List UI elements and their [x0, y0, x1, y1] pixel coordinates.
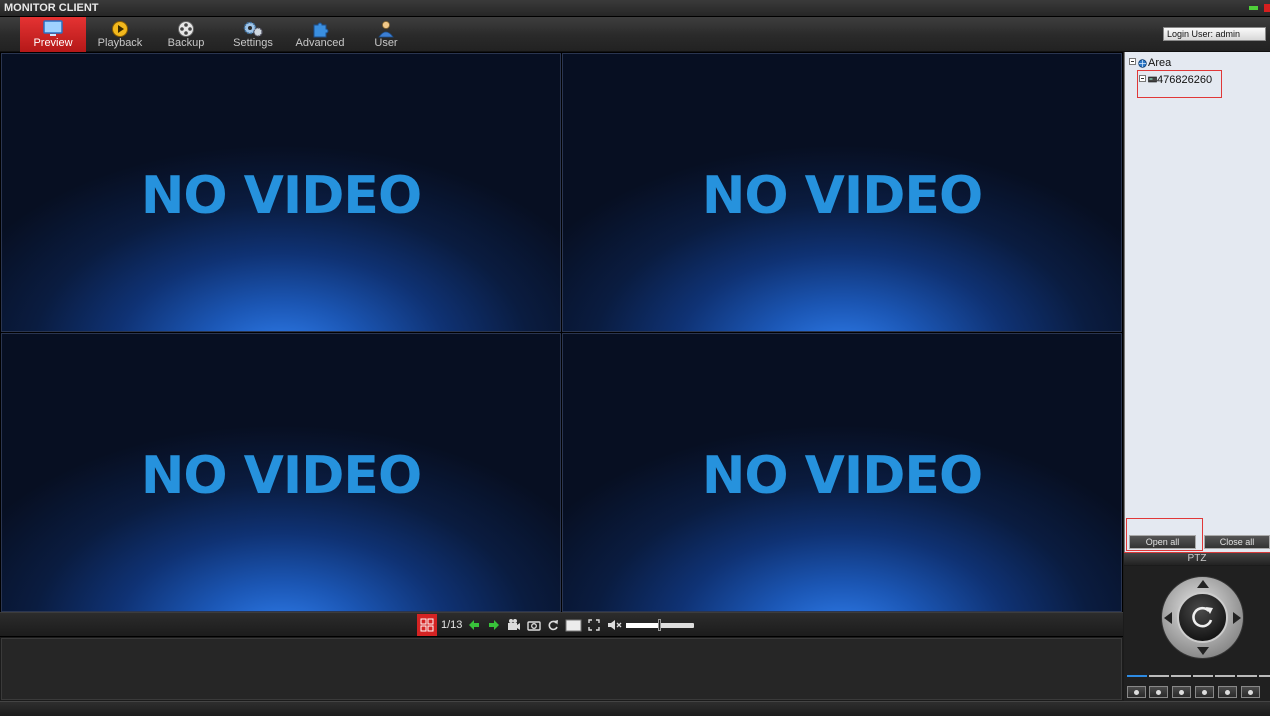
- open-all-button[interactable]: Open all: [1129, 535, 1196, 549]
- ptz-speed-segment[interactable]: [1259, 675, 1270, 677]
- puzzle-icon: [313, 22, 329, 38]
- fullscreen-icon[interactable]: [588, 617, 600, 633]
- toolbar-playback-label: Playback: [97, 37, 143, 49]
- ptz-focus-button[interactable]: [1149, 686, 1168, 698]
- toolbar-settings-label: Settings: [233, 37, 273, 49]
- ptz-right-icon[interactable]: [1233, 612, 1241, 624]
- tree-expand-icon[interactable]: [1129, 58, 1136, 65]
- page-counter: 1/13: [441, 619, 463, 631]
- toolbar-preview-label: Preview: [33, 37, 73, 49]
- volume-fill: [626, 623, 659, 628]
- video-tile-2[interactable]: NO VIDEO: [562, 53, 1122, 332]
- device-tree-panel: Area 476826260: [1124, 52, 1270, 552]
- ptz-center-button[interactable]: [1177, 592, 1228, 643]
- ptz-light-button[interactable]: [1241, 686, 1260, 698]
- video-tile-1[interactable]: NO VIDEO: [1, 53, 561, 332]
- close-all-button[interactable]: Close all: [1204, 535, 1270, 549]
- device-highlight-box: [1137, 70, 1222, 98]
- ptz-speed-segment[interactable]: [1215, 675, 1235, 677]
- ptz-iris-button[interactable]: [1172, 686, 1191, 698]
- ptz-speed-segment[interactable]: [1237, 675, 1257, 677]
- video-tile-4[interactable]: NO VIDEO: [562, 333, 1122, 612]
- tree-root-area[interactable]: Area: [1148, 57, 1171, 69]
- no-video-label: NO VIDEO: [701, 446, 983, 506]
- ptz-preset-button[interactable]: [1195, 686, 1214, 698]
- ptz-speed-segment[interactable]: [1171, 675, 1191, 677]
- next-arrow-icon[interactable]: [488, 617, 500, 633]
- monitor-icon: [43, 20, 63, 36]
- snapshot-icon[interactable]: [527, 617, 541, 633]
- toolbar-backup-label: Backup: [167, 37, 205, 49]
- title-bar: MONITOR CLIENT: [0, 0, 1270, 17]
- info-panel: [1, 638, 1122, 700]
- ptz-zoom-button[interactable]: [1127, 686, 1146, 698]
- toolbar-backup[interactable]: Backup: [153, 17, 219, 52]
- ptz-down-icon[interactable]: [1197, 647, 1209, 655]
- video-grid: NO VIDEO NO VIDEO NO VIDEO NO VIDEO: [0, 52, 1123, 612]
- prev-arrow-icon[interactable]: [468, 617, 480, 633]
- no-video-label: NO VIDEO: [140, 446, 422, 506]
- record-icon[interactable]: [507, 617, 521, 633]
- layout-grid-button[interactable]: [417, 614, 437, 636]
- play-icon: [112, 21, 128, 37]
- ptz-speed-segment[interactable]: [1193, 675, 1213, 677]
- no-video-label: NO VIDEO: [701, 166, 983, 226]
- toolbar-preview[interactable]: Preview: [20, 17, 86, 52]
- toolbar-user[interactable]: User: [353, 17, 419, 52]
- toolbar-advanced[interactable]: Advanced: [287, 17, 353, 52]
- rotate-icon: [1192, 606, 1213, 628]
- mute-icon[interactable]: [607, 617, 622, 633]
- ptz-left-icon[interactable]: [1164, 612, 1172, 624]
- toolbar-settings[interactable]: Settings: [220, 17, 286, 52]
- gears-icon: [243, 21, 263, 37]
- ptz-speed-segment[interactable]: [1127, 675, 1147, 677]
- status-bar: [0, 701, 1270, 716]
- toolbar-user-label: User: [374, 37, 398, 49]
- control-bar: 1/13: [0, 612, 1123, 637]
- stop-icon[interactable]: [565, 617, 582, 633]
- toolbar-playback[interactable]: Playback: [87, 17, 153, 52]
- close-icon[interactable]: [1264, 4, 1270, 12]
- layout-grid-icon: [420, 618, 434, 632]
- toolbar-advanced-label: Advanced: [295, 37, 345, 49]
- ptz-cruise-button[interactable]: [1218, 686, 1237, 698]
- no-video-label: NO VIDEO: [140, 166, 422, 226]
- ptz-speed-segment[interactable]: [1149, 675, 1169, 677]
- user-icon: [378, 21, 394, 38]
- minimize-icon[interactable]: [1249, 6, 1258, 10]
- globe-icon: [1138, 59, 1147, 68]
- ptz-up-icon[interactable]: [1197, 580, 1209, 588]
- login-user-field: Login User: admin: [1163, 27, 1266, 41]
- app-title: MONITOR CLIENT: [4, 2, 99, 14]
- volume-handle[interactable]: [658, 619, 661, 631]
- ptz-title: PTZ: [1124, 552, 1270, 565]
- main-toolbar: Preview Playback Backup Settings Advance…: [0, 17, 1270, 52]
- refresh-icon[interactable]: [547, 617, 559, 633]
- video-tile-3[interactable]: NO VIDEO: [1, 333, 561, 612]
- film-reel-icon: [178, 21, 194, 37]
